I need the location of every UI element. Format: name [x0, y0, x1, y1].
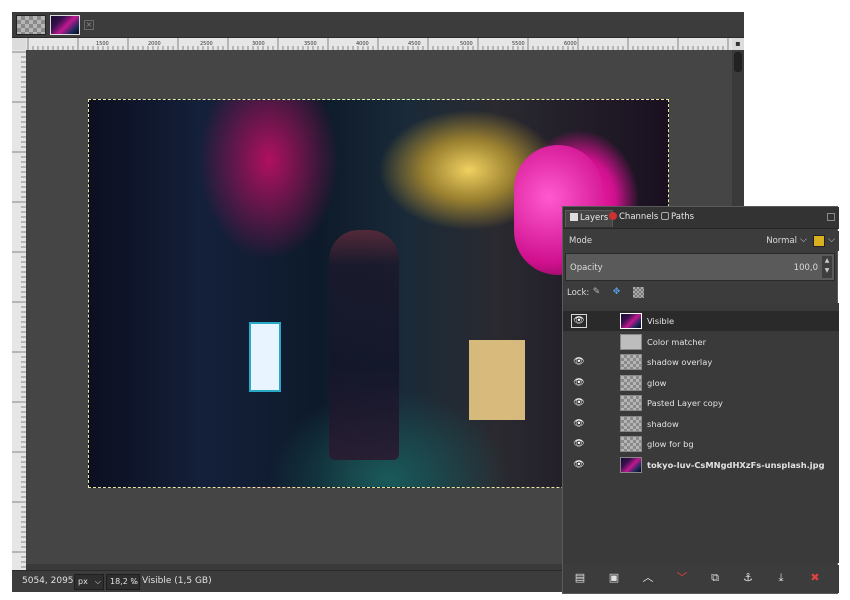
duplicate-layer-icon[interactable]: ⧉: [708, 571, 722, 585]
layer-thumbnail[interactable]: [620, 313, 642, 329]
layer-thumbnail[interactable]: [620, 374, 642, 391]
vertical-ruler[interactable]: [12, 50, 26, 570]
layer-name[interactable]: glow for bg: [647, 439, 694, 449]
status-info: Visible (1,5 GB): [142, 576, 212, 586]
layer-row[interactable]: 👁 glow: [563, 373, 839, 393]
mode-label: Mode: [569, 236, 593, 246]
layer-row[interactable]: Color matcher: [563, 332, 839, 352]
ruler-label: 2000: [148, 41, 161, 47]
dock-tab-bar: Layers Channels Paths: [563, 207, 839, 229]
navigate-icon[interactable]: ▪: [732, 38, 744, 50]
horizontal-ruler[interactable]: 1500 2000 2500 3000 3500 4000 4500 5000 5500 6000: [26, 38, 732, 50]
visibility-eye-icon[interactable]: 👁: [571, 397, 587, 409]
chevron-down-icon[interactable]: ⌵: [828, 235, 835, 245]
dock-menu-icon[interactable]: [827, 213, 835, 221]
lock-row: Lock: ✎ ✥: [563, 285, 839, 303]
layer-thumbnail[interactable]: [620, 456, 642, 473]
layer-row[interactable]: 👁 shadow: [563, 414, 839, 434]
lock-label: Lock:: [567, 288, 590, 298]
ruler-label: 3500: [304, 41, 317, 47]
layer-thumbnail[interactable]: [620, 395, 642, 411]
ruler-label: 2500: [200, 41, 213, 47]
visibility-eye-icon[interactable]: 👁: [571, 459, 587, 471]
layer-row[interactable]: 👁 shadow overlay: [563, 352, 839, 372]
ruler-label: 1500: [96, 41, 109, 47]
layer-thumbnail[interactable]: [620, 354, 642, 370]
tab-paths-label: Paths: [671, 212, 695, 222]
paths-icon: [661, 212, 669, 220]
layer-name[interactable]: Visible: [647, 316, 674, 326]
layer-thumbnail[interactable]: [620, 436, 642, 452]
visibility-eye-icon[interactable]: 👁: [571, 418, 587, 430]
ruler-label: 5500: [512, 41, 525, 47]
opacity-spin-buttons[interactable]: ▲ ▼: [822, 256, 832, 278]
zoom-select[interactable]: 18,2 % ⌵: [106, 574, 140, 590]
vertical-scrollbar-thumb[interactable]: [734, 52, 742, 72]
tab-channels[interactable]: Channels: [605, 210, 662, 227]
tab-channels-label: Channels: [619, 212, 659, 222]
chevron-down-icon: ⌵: [130, 577, 137, 586]
image-sign-yellow: [469, 340, 525, 420]
unit-value: px: [78, 577, 88, 586]
layer-thumbnail[interactable]: [620, 415, 642, 432]
layer-name[interactable]: shadow overlay: [647, 357, 712, 367]
close-tab-icon[interactable]: ×: [84, 20, 94, 30]
layers-list[interactable]: 👁 Visible Color matcher 👁 shadow overlay 👁 glo…: [563, 303, 839, 563]
layer-row[interactable]: 👁 tokyo-luv-CsMNgdHXzFs-unsplash.jpg: [563, 455, 839, 475]
ruler-corner: [12, 38, 26, 50]
opacity-value[interactable]: 100,0: [794, 263, 818, 273]
layer-row[interactable]: 👁 Visible: [563, 311, 839, 331]
image-sign: [249, 322, 281, 392]
composite-mode-icon[interactable]: [813, 235, 825, 247]
layer-name[interactable]: Color matcher: [647, 337, 706, 347]
chevron-down-icon: ⌵: [94, 577, 101, 586]
unit-select[interactable]: px ⌵: [74, 574, 104, 590]
layer-name[interactable]: glow: [647, 378, 666, 388]
merge-layer-icon[interactable]: ⤓: [774, 571, 788, 585]
ruler-label: 4000: [356, 41, 369, 47]
pointer-coordinates: 5054, 2095: [22, 576, 74, 586]
lock-position-icon[interactable]: ✥: [611, 287, 622, 298]
layer-name[interactable]: shadow: [647, 419, 679, 429]
tab-paths[interactable]: Paths: [657, 210, 698, 227]
visibility-eye-icon[interactable]: 👁: [571, 438, 587, 450]
opacity-label: Opacity: [570, 263, 603, 273]
visibility-eye-icon[interactable]: [571, 336, 587, 348]
layers-icon: [570, 213, 578, 221]
ruler-label: 4500: [408, 41, 421, 47]
image-tab-bar: ×: [12, 12, 744, 38]
ruler-label: 5000: [460, 41, 473, 47]
anchor-layer-icon[interactable]: ⚓: [741, 571, 755, 585]
ruler-label: 3000: [252, 41, 265, 47]
new-layer-group-icon[interactable]: ▣: [607, 571, 621, 585]
mode-select[interactable]: Normal: [766, 236, 797, 246]
image-tab-untitled[interactable]: [16, 15, 46, 35]
layers-dock: Layers Channels Paths Mode Normal ⌵ ⌵ Op…: [562, 206, 839, 594]
layer-thumbnail[interactable]: [620, 333, 642, 350]
visibility-eye-icon[interactable]: 👁: [571, 377, 587, 389]
image-person: [329, 230, 399, 460]
layer-name[interactable]: Pasted Layer copy: [647, 398, 723, 408]
layer-name[interactable]: tokyo-luv-CsMNgdHXzFs-unsplash.jpg: [647, 460, 825, 470]
mode-row: Mode Normal ⌵ ⌵: [563, 231, 839, 251]
delete-layer-icon[interactable]: ✖: [808, 571, 822, 585]
layer-row[interactable]: 👁 glow for bg: [563, 434, 839, 454]
chevron-down-icon[interactable]: ⌵: [800, 235, 807, 245]
layers-button-bar: ▤ ▣ ︿ ﹀ ⧉ ⚓ ⤓ ✖: [563, 565, 839, 593]
opacity-slider[interactable]: Opacity 100,0 ▲ ▼: [565, 253, 835, 281]
channels-icon: [609, 212, 617, 220]
tab-layers-label: Layers: [580, 213, 609, 223]
lock-pixels-icon[interactable]: ✎: [591, 287, 602, 298]
new-layer-icon[interactable]: ▤: [573, 571, 587, 585]
visibility-eye-icon[interactable]: 👁: [571, 356, 587, 368]
lock-alpha-icon[interactable]: [633, 287, 644, 298]
lower-layer-icon[interactable]: ﹀: [675, 571, 689, 585]
image-tab-tokyo[interactable]: [50, 15, 80, 35]
ruler-label: 6000: [564, 41, 577, 47]
visibility-eye-icon[interactable]: 👁: [571, 314, 587, 328]
raise-layer-icon[interactable]: ︿: [641, 571, 655, 585]
layer-row[interactable]: 👁 Pasted Layer copy: [563, 393, 839, 413]
